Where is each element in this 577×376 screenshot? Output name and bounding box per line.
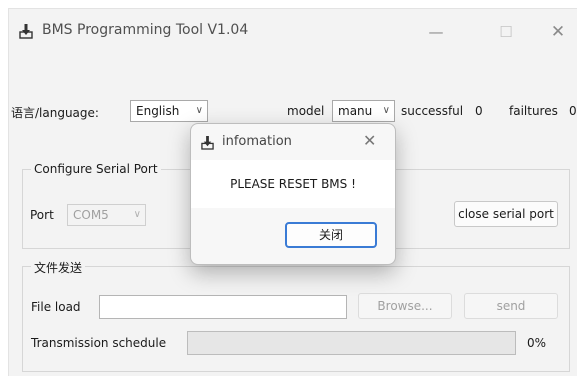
language-select-value: English — [136, 104, 180, 118]
port-select[interactable]: COM5 ∨ — [67, 204, 146, 226]
transmission-progress-bar — [187, 331, 516, 355]
chevron-down-icon: ∨ — [133, 209, 141, 220]
file-load-label: File load — [31, 300, 81, 314]
failures-count: 0 — [569, 104, 577, 118]
port-select-value: COM5 — [73, 208, 109, 222]
browse-button[interactable]: Browse... — [358, 293, 452, 319]
chevron-down-icon: ∨ — [195, 105, 203, 116]
language-select[interactable]: English ∨ — [130, 100, 208, 122]
close-icon[interactable]: ✕ — [543, 21, 573, 43]
dialog-message: PLEASE RESET BMS ! — [230, 177, 356, 191]
file-send-group — [22, 266, 570, 372]
transmission-schedule-label: Transmission schedule — [31, 336, 167, 350]
failures-label: failtures — [509, 104, 558, 118]
serial-port-group-title: Configure Serial Port — [31, 162, 161, 176]
information-dialog: infomation ✕ PLEASE RESET BMS ! 关闭 — [190, 123, 396, 265]
port-label: Port — [30, 208, 54, 222]
file-send-group-title: 文件发送 — [31, 259, 86, 276]
successful-label: successful — [401, 104, 464, 118]
maximize-icon[interactable]: ☐ — [491, 21, 521, 43]
download-tray-icon — [201, 136, 214, 150]
model-select-value: manu — [338, 104, 373, 118]
file-path-input[interactable] — [99, 295, 347, 319]
language-label: 语言/language: — [11, 106, 99, 120]
close-serial-port-button[interactable]: close serial port — [454, 201, 558, 227]
chevron-down-icon: ∨ — [382, 105, 390, 116]
title-bar[interactable]: BMS Programming Tool V1.04 — ☐ ✕ — [9, 9, 577, 53]
dialog-title: infomation — [222, 134, 292, 149]
window-title: BMS Programming Tool V1.04 — [42, 22, 249, 38]
successful-count: 0 — [475, 104, 483, 118]
close-icon[interactable]: ✕ — [363, 131, 376, 150]
minimize-icon[interactable]: — — [421, 21, 451, 43]
model-select[interactable]: manu ∨ — [332, 100, 395, 122]
dialog-close-button[interactable]: 关闭 — [285, 222, 377, 248]
send-button[interactable]: send — [464, 293, 558, 319]
model-label: model — [287, 104, 325, 118]
download-tray-icon — [19, 24, 33, 39]
progress-percent: 0% — [527, 336, 547, 350]
